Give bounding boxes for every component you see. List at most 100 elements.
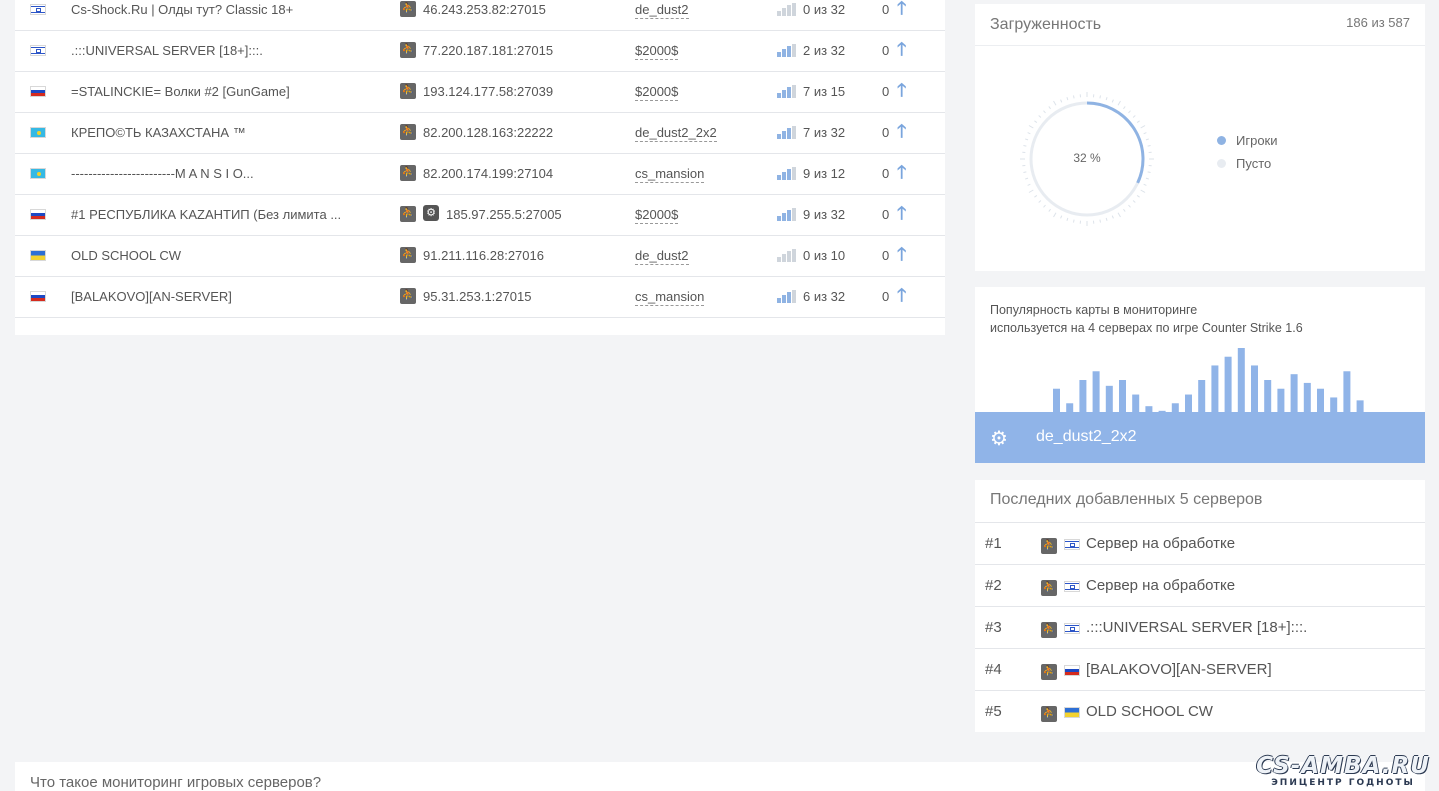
server-row[interactable]: Cs-Shock.Ru | Олды тут? Classic 18+ ⛹ 46.2… (15, 0, 945, 31)
server-map-link[interactable]: $2000$ (635, 43, 679, 60)
server-name[interactable]: КРЕПО©ТЬ КАЗАХСТАНА ™ (71, 125, 361, 140)
signal-bars-icon (777, 126, 797, 139)
server-row[interactable]: [BALAKOVO][AN-SERVER] ⛹ 95.31.253.1:27015 c… (15, 277, 945, 318)
legend-players[interactable]: Игроки (1217, 133, 1278, 148)
server-map-link[interactable]: $2000$ (635, 207, 679, 224)
popularity-bar (1317, 388, 1324, 412)
vote-up-icon[interactable]: 🡑 (897, 78, 906, 108)
flag-il-icon (30, 45, 46, 56)
donut-tick (1143, 183, 1147, 186)
donut-tick (1043, 110, 1046, 114)
server-ip[interactable]: 91.211.116.28:27016 (423, 248, 544, 263)
donut-tick (1038, 200, 1042, 203)
server-row[interactable]: =STALINCKIE= Волки #2 [GunGame] ⛹ 193.124.… (15, 72, 945, 113)
server-rating: 0 (882, 2, 890, 17)
donut-tick (1060, 99, 1063, 103)
server-map-link[interactable]: $2000$ (635, 84, 679, 101)
donut-tick (1136, 120, 1140, 123)
vote-up-icon[interactable]: 🡑 (897, 37, 906, 67)
donut-tick (1117, 212, 1121, 218)
vote-up-icon[interactable]: 🡑 (897, 283, 906, 313)
donut-tick (1147, 171, 1151, 174)
map-footer[interactable]: ⚙ de_dust2_2x2 (975, 412, 1425, 463)
server-map-link[interactable]: de_dust2_2x2 (635, 125, 717, 142)
faq-title[interactable]: Что такое мониторинг игровых серверов? (30, 774, 321, 791)
flag-il-icon (1064, 623, 1080, 634)
server-name[interactable]: Cs-Shock.Ru | Олды тут? Classic 18+ (71, 2, 361, 17)
signal-bars-icon (777, 249, 797, 262)
server-map-link[interactable]: cs_mansion (635, 289, 705, 306)
server-rating: 0 (882, 125, 890, 140)
donut-tick (1111, 215, 1114, 219)
donut-tick (1123, 208, 1126, 212)
flag-emblem (1070, 543, 1075, 547)
popularity-bar (1132, 394, 1140, 412)
server-ip[interactable]: 185.97.255.5:27005 (446, 207, 562, 222)
server-name[interactable]: #1 РЕСПУБЛИКА KAZАНТИП (Без лимита ... (71, 207, 361, 222)
counter-strike-icon: ⛹ (1041, 538, 1057, 554)
server-row[interactable]: ------------------------M A N S I O... ⛹ 8… (15, 154, 945, 195)
server-name[interactable]: OLD SCHOOL CW (71, 248, 361, 263)
donut-tick (1072, 219, 1075, 223)
popularity-bar (1290, 374, 1298, 412)
server-players: 7 из 32 (803, 125, 846, 140)
donut-tick (1140, 125, 1146, 129)
recent-rank: #4 (985, 661, 1002, 678)
server-rating: 0 (882, 166, 890, 181)
server-ip[interactable]: 82.200.128.163:22222 (423, 125, 553, 140)
vote-up-icon[interactable]: 🡑 (897, 201, 906, 231)
server-map-link[interactable]: de_dust2 (635, 248, 689, 265)
server-ip[interactable]: 82.200.174.199:27104 (423, 166, 553, 181)
signal-bars-icon (777, 44, 797, 57)
flag-kz-icon (30, 168, 46, 179)
server-ip[interactable]: 193.124.177.58:27039 (423, 84, 553, 99)
donut-tick (1147, 144, 1151, 147)
server-ip[interactable]: 46.243.253.82:27015 (423, 2, 546, 17)
vote-up-icon[interactable]: 🡑 (897, 119, 906, 149)
vote-up-icon[interactable]: 🡑 (897, 160, 906, 190)
recent-server-name[interactable]: OLD SCHOOL CW (1086, 703, 1213, 720)
server-map-link[interactable]: cs_mansion (635, 166, 705, 183)
donut-tick (1145, 138, 1149, 141)
faq-section[interactable]: Что такое мониторинг игровых серверов? (15, 762, 1425, 791)
recent-server-name[interactable]: Сервер на обработке (1086, 577, 1235, 594)
recent-server-row[interactable]: #5 ⛹ OLD SCHOOL CW (975, 690, 1425, 732)
server-players: 6 из 32 (803, 289, 846, 304)
server-row[interactable]: #1 РЕСПУБЛИКА KAZАНТИП (Без лимита ... ⛹ ⚙… (15, 195, 945, 236)
legend-empty[interactable]: Пусто (1217, 156, 1271, 171)
flag-ua-icon (1064, 707, 1080, 718)
server-map-link[interactable]: de_dust2 (635, 2, 689, 19)
donut-tick (1136, 195, 1140, 198)
flag-ru-icon (30, 86, 46, 97)
recent-server-row[interactable]: #3 ⛹ .:::UNIVERSAL SERVER [18+]:::. (975, 606, 1425, 648)
flag-emblem (37, 172, 41, 176)
map-name[interactable]: de_dust2_2x2 (1036, 428, 1137, 446)
recent-server-name[interactable]: .:::UNIVERSAL SERVER [18+]:::. (1086, 619, 1307, 636)
server-row[interactable]: КРЕПО©ТЬ КАЗАХСТАНА ™ ⛹ 82.200.128.163:222… (15, 113, 945, 154)
recent-server-row[interactable]: #4 ⛹ [BALAKOVO][AN-SERVER] (975, 648, 1425, 690)
flag-ru-icon (30, 291, 46, 302)
vote-up-icon[interactable]: 🡑 (897, 0, 906, 26)
popularity-bar (1224, 356, 1232, 412)
server-name[interactable]: ------------------------M A N S I O... (71, 166, 361, 181)
recent-server-name[interactable]: [BALAKOVO][AN-SERVER] (1086, 661, 1272, 678)
server-ip[interactable]: 77.220.187.181:27015 (423, 43, 553, 58)
gears-icon: ⚙ (990, 428, 1008, 450)
legend-dot-icon (1217, 136, 1226, 145)
server-name[interactable]: .:::UNIVERSAL SERVER [18+]:::. (71, 43, 361, 58)
server-row[interactable]: OLD SCHOOL CW ⛹ 91.211.116.28:27016 de_dust… (15, 236, 945, 277)
server-name[interactable]: =STALINCKIE= Волки #2 [GunGame] (71, 84, 361, 99)
recent-server-row[interactable]: #1 ⛹ Сервер на обработке (975, 522, 1425, 564)
server-list: Cs-Shock.Ru | Олды тут? Classic 18+ ⛹ 46.2… (15, 0, 945, 335)
recent-server-row[interactable]: #2 ⛹ Сервер на обработке (975, 564, 1425, 606)
server-players: 9 из 32 (803, 207, 846, 222)
donut-tick (1066, 97, 1069, 101)
vote-up-icon[interactable]: 🡑 (897, 242, 906, 272)
donut-tick (1038, 115, 1042, 118)
recent-server-name[interactable]: Сервер на обработке (1086, 535, 1235, 552)
server-ip[interactable]: 95.31.253.1:27015 (423, 289, 531, 304)
server-row[interactable]: .:::UNIVERSAL SERVER [18+]:::. ⛹ 77.220.18… (15, 31, 945, 72)
donut-tick (1072, 95, 1075, 99)
donut-tick (1053, 100, 1057, 106)
server-name[interactable]: [BALAKOVO][AN-SERVER] (71, 289, 361, 304)
